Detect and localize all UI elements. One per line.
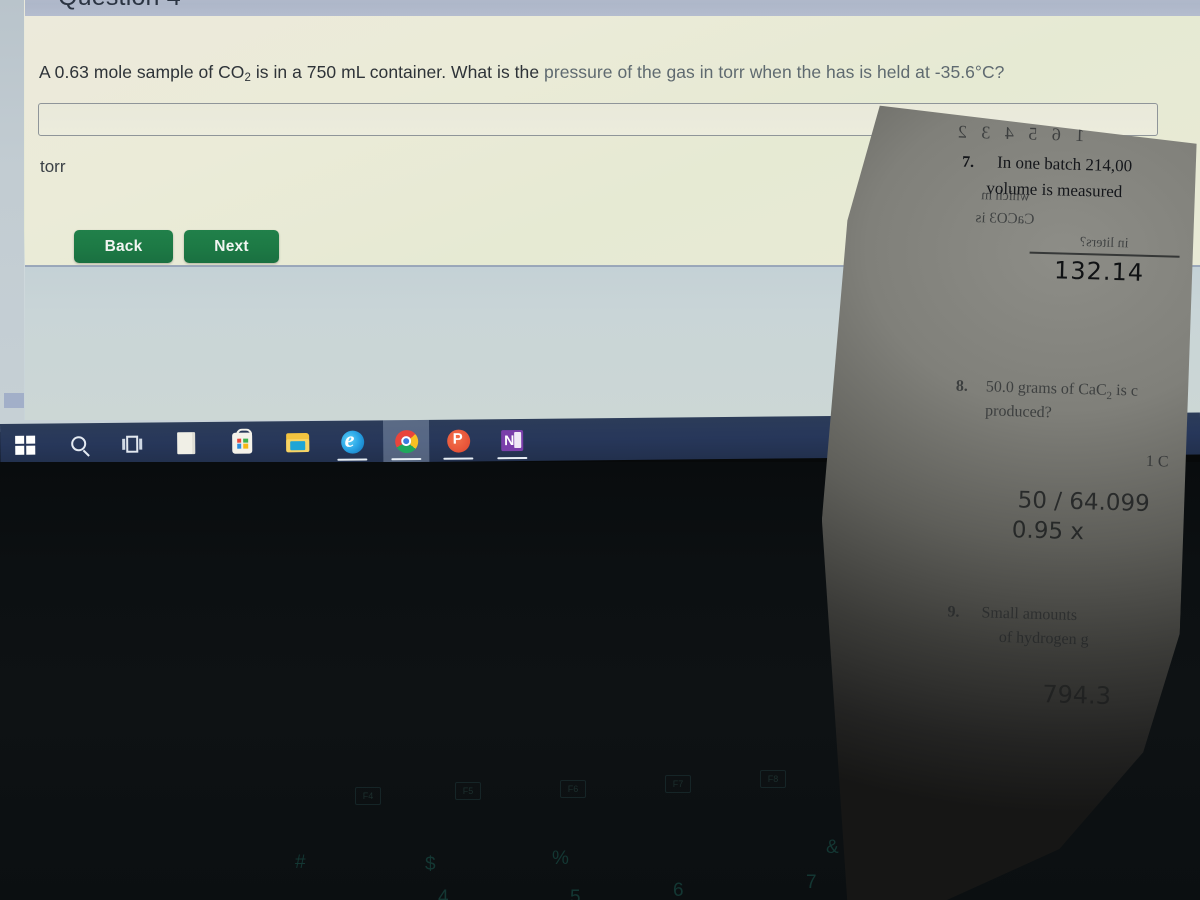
paper-q8-work-line1: 50 / 64.099	[1017, 487, 1151, 518]
store-icon	[232, 432, 253, 454]
desktop-icon[interactable]	[4, 393, 24, 408]
question-text: A 0.63 mole sample of CO2 is in a 750 mL…	[39, 62, 1004, 84]
laptop-photo: Question 4 A 0.63 mole sample of CO2 is …	[0, 0, 1200, 900]
question-text-middle: is in a 750 mL container. What is the	[250, 62, 545, 82]
onenote-app[interactable]	[489, 419, 535, 461]
edge-icon	[340, 430, 364, 454]
edge-running-indicator	[337, 457, 368, 461]
file-explorer-app[interactable]	[274, 421, 320, 463]
key-f6[interactable]: F6	[560, 780, 586, 798]
next-button[interactable]: Next	[184, 230, 279, 263]
question-text-tail: pressure of the gas in torr when the has…	[544, 62, 1005, 82]
paper-q8-line2: produced?	[984, 402, 1053, 422]
paper-q9-line1: Small amounts	[981, 604, 1078, 625]
paper-q7-answer: 132.14	[1053, 256, 1145, 287]
start-button[interactable]	[2, 424, 48, 466]
powerpoint-icon	[446, 428, 470, 453]
page-title: Question 4	[58, 0, 181, 12]
edge-browser-app[interactable]	[329, 420, 375, 462]
key-5[interactable]: 5	[570, 887, 581, 900]
chrome-icon	[394, 429, 418, 453]
onenote-icon	[501, 429, 524, 451]
question-header-bar: Question 4	[25, 0, 1200, 16]
document-app[interactable]	[163, 422, 209, 464]
key-6[interactable]: 6	[673, 880, 684, 900]
document-icon	[177, 432, 196, 455]
key-4[interactable]: 4	[438, 887, 449, 900]
task-view-button[interactable]	[109, 423, 155, 465]
windows-logo-icon	[15, 435, 36, 455]
paper-q8-right-note: 1 C	[1145, 452, 1169, 471]
onenote-running-indicator	[497, 456, 528, 460]
paper-q9-answer: 794.3	[1041, 680, 1112, 711]
paper-show-through-which: which m	[980, 188, 1030, 205]
paper-q8-work-line2: 0.95 x	[1011, 517, 1085, 546]
powerpoint-app[interactable]	[435, 419, 481, 461]
key-hash[interactable]: #	[295, 852, 306, 874]
key-7[interactable]: 7	[806, 872, 817, 894]
key-percent[interactable]: %	[552, 848, 569, 870]
search-icon	[70, 435, 86, 451]
key-ampersand[interactable]: &	[826, 837, 839, 859]
search-button[interactable]	[56, 423, 102, 465]
back-button[interactable]: Back	[74, 230, 173, 263]
answer-unit-label: torr	[40, 157, 66, 176]
powerpoint-running-indicator	[443, 456, 474, 460]
key-f4[interactable]: F4	[355, 787, 381, 805]
task-view-icon	[122, 435, 143, 453]
question-text-prefix: A 0.63 mole sample of CO	[39, 62, 245, 82]
paper-answer-rule-q7	[1030, 252, 1180, 258]
key-f5[interactable]: F5	[455, 782, 481, 800]
paper-q7-line1: In one batch 214,00	[996, 152, 1133, 176]
paper-q7-number: 7.	[961, 153, 975, 171]
microsoft-store-app[interactable]	[219, 421, 265, 463]
chrome-running-indicator	[391, 457, 422, 461]
key-f7[interactable]: F7	[665, 775, 691, 793]
paper-q8-line1: 50.0 grams of CaC2 is c	[985, 378, 1139, 403]
paper-q9-number: 9.	[947, 603, 960, 621]
folder-icon	[285, 432, 309, 452]
key-dollar[interactable]: $	[425, 854, 436, 876]
paper-q8-number: 8.	[955, 377, 969, 395]
paper-show-through-caco3: CaCO3 is	[975, 210, 1035, 228]
paper-show-through-liters: in liters?	[1079, 234, 1129, 252]
key-f8[interactable]: F8	[760, 770, 786, 788]
chrome-browser-app[interactable]	[382, 419, 430, 463]
paper-q9-line2: of hydrogen g	[998, 628, 1089, 649]
